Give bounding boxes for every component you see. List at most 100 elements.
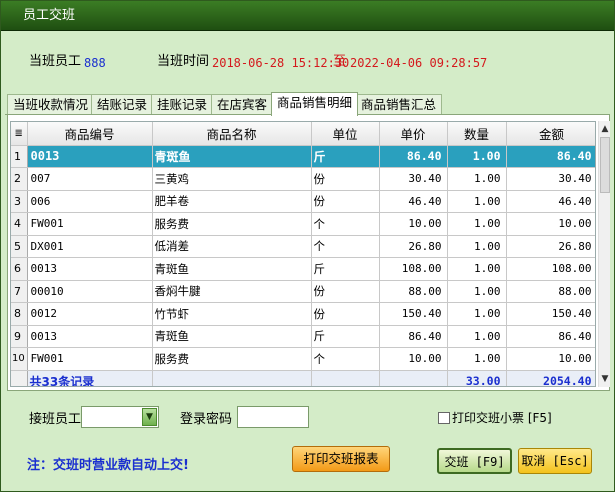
cell-unit: 个 — [311, 212, 380, 236]
password-input[interactable] — [237, 406, 309, 428]
summary-blank — [152, 369, 312, 386]
cell-name: 三黄鸡 — [152, 167, 312, 191]
staff-label: 当班员工 — [29, 54, 82, 69]
cell-name: 青斑鱼 — [152, 257, 312, 281]
table-row[interactable]: 3 006 肥羊卷 份 46.40 1.00 46.40 — [11, 190, 595, 213]
row-index: 10 — [11, 347, 28, 371]
handover-button[interactable]: 交班 [F9] — [437, 448, 512, 474]
column-header-unit[interactable]: 单位 — [311, 122, 380, 146]
cell-name: 服务费 — [152, 347, 312, 371]
row-index: 1 — [11, 145, 28, 168]
table-row[interactable]: 5 DX001 低消差 个 26.80 1.00 26.80 — [11, 235, 595, 258]
cell-name: 低消差 — [152, 235, 312, 258]
row-index: 6 — [11, 257, 28, 281]
table-row[interactable]: 9 0013 青斑鱼 斤 86.40 1.00 86.40 — [11, 325, 595, 348]
tab-shift-receipts[interactable]: 当班收款情况 — [7, 94, 95, 115]
cell-price: 30.40 — [379, 167, 448, 191]
cell-amount: 26.80 — [506, 235, 595, 258]
table-row[interactable]: 1 0013 青斑鱼 斤 86.40 1.00 86.40 — [11, 145, 595, 168]
cell-price: 88.00 — [379, 280, 448, 303]
up-arrow-icon[interactable]: ▲ — [599, 122, 611, 136]
tab-checkout-records[interactable]: 结账记录 — [91, 94, 154, 115]
cell-code: 0013 — [27, 145, 153, 168]
cell-amount: 10.00 — [506, 212, 595, 236]
handover-note: 注：交班时营业款自动上交! — [27, 458, 189, 473]
to-label: 至 — [333, 54, 347, 69]
summary-index — [11, 369, 28, 386]
handover-window: 员工交班 当班员工 888 当班时间 2018-06-28 15:12:30 至… — [0, 0, 615, 492]
column-menu-icon[interactable]: ≣ — [11, 122, 28, 146]
row-index: 5 — [11, 235, 28, 258]
cell-qty: 1.00 — [447, 325, 507, 348]
end-time: 2022-04-06 09:28:57 — [350, 56, 488, 70]
row-index: 7 — [11, 280, 28, 303]
cancel-button[interactable]: 取消 [Esc] — [518, 448, 592, 474]
cell-unit: 斤 — [311, 145, 380, 168]
cell-name: 肥羊卷 — [152, 190, 312, 213]
row-index: 3 — [11, 190, 28, 213]
column-header-code[interactable]: 商品编号 — [27, 122, 153, 146]
tab-product-sales-summary[interactable]: 商品销售汇总 — [355, 94, 443, 115]
table-row[interactable]: 10 FW001 服务费 个 10.00 1.00 10.00 — [11, 347, 595, 371]
cell-amount: 88.00 — [506, 280, 595, 303]
sales-grid: ≣ 商品编号 商品名称 单位 单价 数量 金额 1 0013 青斑鱼 斤 86.… — [10, 121, 596, 387]
tab-panel: ≣ 商品编号 商品名称 单位 单价 数量 金额 1 0013 青斑鱼 斤 86.… — [7, 115, 610, 391]
receiver-select[interactable]: ▼ — [81, 406, 159, 428]
amount-total: 2054.40 — [506, 369, 595, 386]
cell-name: 青斑鱼 — [152, 145, 312, 168]
cell-price: 26.80 — [379, 235, 448, 258]
tab-in-store-guests[interactable]: 在店宾客 — [211, 94, 274, 115]
print-ticket-checkbox[interactable] — [438, 412, 450, 424]
summary-blank — [379, 369, 448, 386]
cell-code: 006 — [27, 190, 153, 213]
cell-price: 86.40 — [379, 325, 448, 348]
print-ticket-label[interactable]: 打印交班小票 [F5] — [452, 409, 552, 426]
table-row[interactable]: 2 007 三黄鸡 份 30.40 1.00 30.40 — [11, 167, 595, 191]
down-arrow-icon[interactable]: ▼ — [599, 372, 611, 386]
column-header-price[interactable]: 单价 — [379, 122, 448, 146]
cell-code: 0012 — [27, 302, 153, 326]
row-index: 8 — [11, 302, 28, 326]
start-time: 2018-06-28 15:12:30 — [212, 56, 350, 70]
cell-name: 竹节虾 — [152, 302, 312, 326]
staff-value: 888 — [84, 56, 106, 70]
window-title: 员工交班 — [1, 1, 614, 31]
column-header-amount[interactable]: 金额 — [506, 122, 595, 146]
cell-unit: 斤 — [311, 257, 380, 281]
vertical-scrollbar[interactable]: ▲ ▼ — [598, 121, 610, 387]
cell-name: 香焖牛腱 — [152, 280, 312, 303]
cell-unit: 份 — [311, 167, 380, 191]
receiver-label: 接班员工 — [29, 412, 82, 427]
table-row[interactable]: 8 0012 竹节虾 份 150.40 1.00 150.40 — [11, 302, 595, 326]
cell-price: 10.00 — [379, 347, 448, 371]
cell-price: 46.40 — [379, 190, 448, 213]
cell-qty: 1.00 — [447, 145, 507, 168]
scrollbar-thumb[interactable] — [600, 137, 610, 193]
print-report-button[interactable]: 打印交班报表 — [292, 446, 390, 472]
table-row[interactable]: 4 FW001 服务费 个 10.00 1.00 10.00 — [11, 212, 595, 236]
cell-amount: 150.40 — [506, 302, 595, 326]
qty-total: 33.00 — [447, 369, 507, 386]
cell-qty: 1.00 — [447, 280, 507, 303]
cell-qty: 1.00 — [447, 167, 507, 191]
cell-amount: 86.40 — [506, 145, 595, 168]
cell-code: 0013 — [27, 325, 153, 348]
row-index: 9 — [11, 325, 28, 348]
cell-code: DX001 — [27, 235, 153, 258]
grid-header: ≣ 商品编号 商品名称 单位 单价 数量 金额 — [11, 122, 595, 146]
cell-unit: 斤 — [311, 325, 380, 348]
column-header-qty[interactable]: 数量 — [447, 122, 507, 146]
tab-credit-records[interactable]: 挂账记录 — [151, 94, 214, 115]
password-label: 登录密码 — [180, 412, 233, 427]
table-row[interactable]: 7 00010 香焖牛腱 份 88.00 1.00 88.00 — [11, 280, 595, 303]
record-count: 共33条记录 — [27, 369, 153, 386]
cell-qty: 1.00 — [447, 212, 507, 236]
column-header-name[interactable]: 商品名称 — [152, 122, 312, 146]
cell-code: 007 — [27, 167, 153, 191]
cell-amount: 108.00 — [506, 257, 595, 281]
cell-code: FW001 — [27, 347, 153, 371]
chevron-down-icon[interactable]: ▼ — [142, 408, 157, 426]
cell-code: 0013 — [27, 257, 153, 281]
tab-product-sales-detail[interactable]: 商品销售明细 — [271, 92, 359, 116]
table-row[interactable]: 6 0013 青斑鱼 斤 108.00 1.00 108.00 — [11, 257, 595, 281]
